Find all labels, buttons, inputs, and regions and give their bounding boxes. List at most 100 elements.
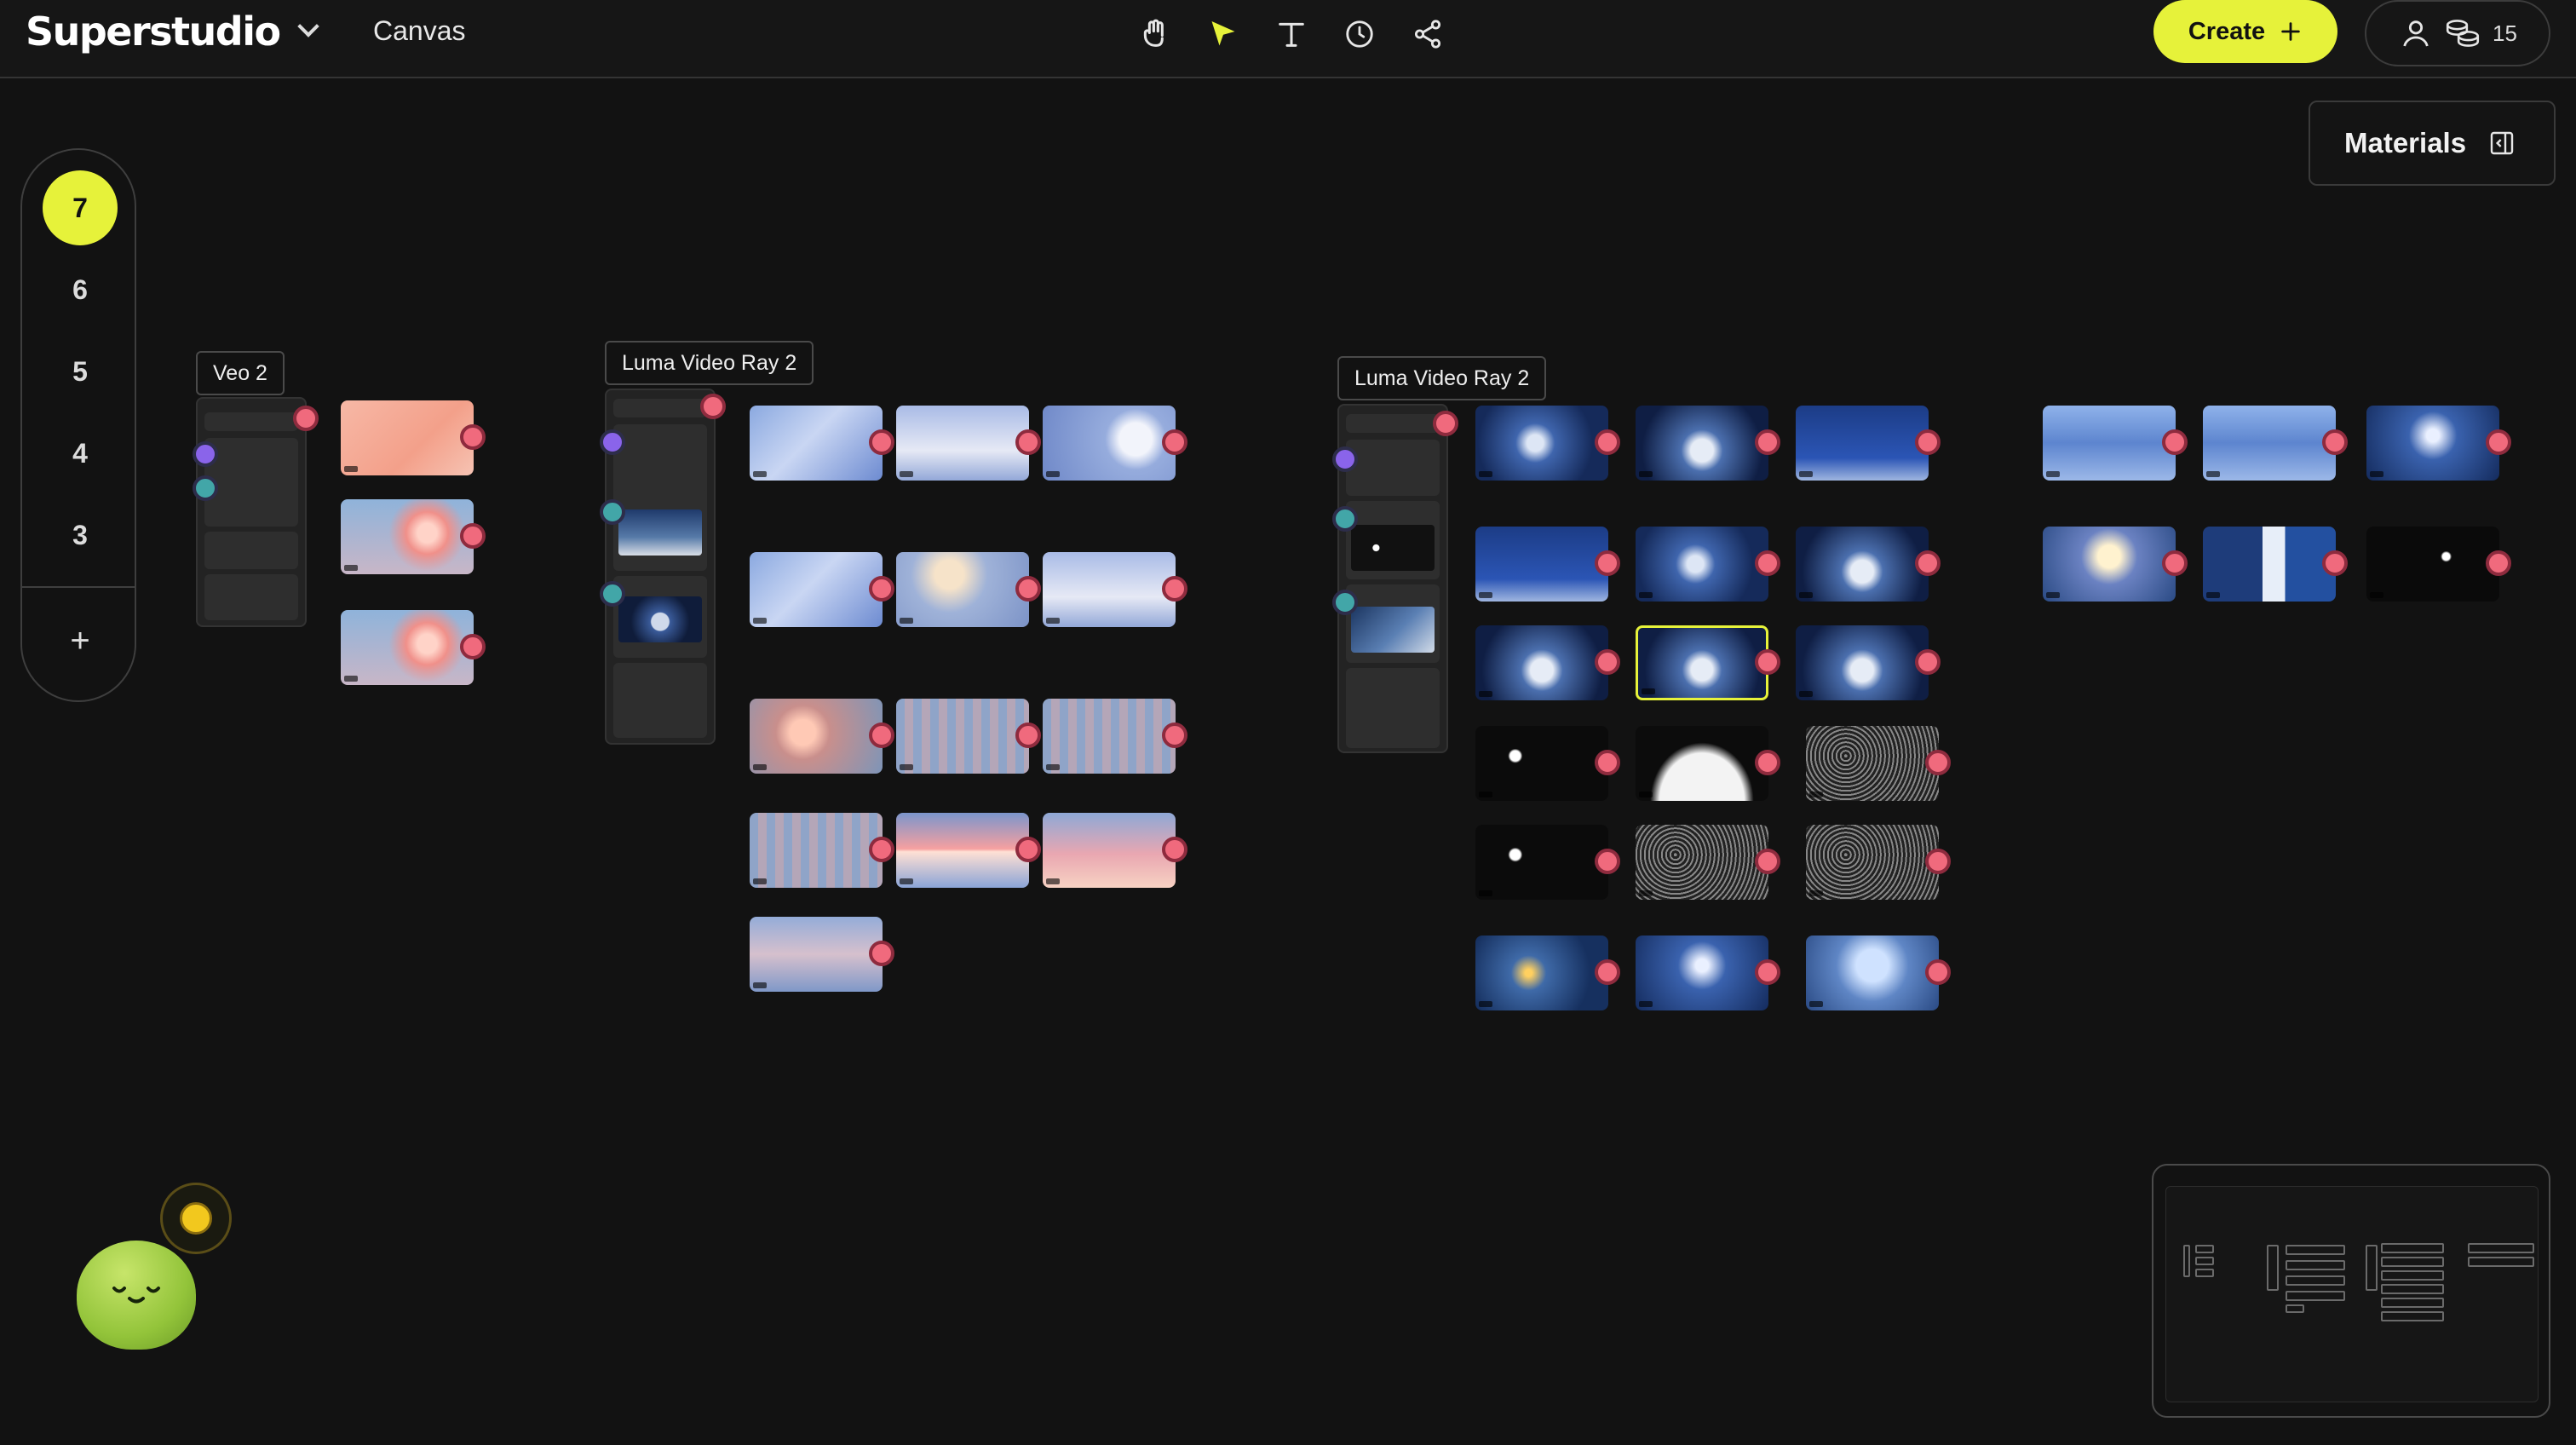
video-thumbnail[interactable] [1475,527,1608,602]
output-port[interactable] [1595,959,1620,985]
output-port[interactable] [1755,429,1780,455]
video-thumbnail[interactable] [896,406,1029,481]
output-port[interactable] [1015,722,1041,748]
output-port[interactable] [1925,849,1951,874]
layer-item[interactable]: 5 [43,334,118,409]
output-port[interactable] [1433,411,1458,436]
output-port[interactable] [1755,849,1780,874]
layer-item[interactable]: 3 [43,498,118,573]
output-port[interactable] [1915,649,1941,675]
video-thumbnail[interactable] [750,699,883,774]
output-port[interactable] [869,941,894,966]
output-port[interactable] [1915,429,1941,455]
output-port[interactable] [1162,837,1187,862]
video-thumbnail[interactable] [1806,825,1939,900]
video-thumbnail[interactable] [2366,527,2499,602]
add-layer-button[interactable]: + [43,603,118,678]
video-thumbnail[interactable] [2203,406,2336,481]
brand-menu[interactable]: Superstudio [26,9,319,55]
output-port[interactable] [2322,550,2348,576]
start-frame-input-port[interactable] [600,499,625,525]
start-frame-input-port[interactable] [1332,506,1358,532]
hand-icon[interactable] [1131,10,1179,58]
output-port[interactable] [2162,429,2188,455]
output-port[interactable] [869,429,894,455]
output-port[interactable] [1755,959,1780,985]
prompt-input-port[interactable] [193,441,218,467]
history-icon[interactable] [1336,10,1383,58]
account-menu[interactable]: 15 [2365,0,2550,66]
video-thumbnail[interactable] [750,813,883,888]
output-port[interactable] [460,424,486,450]
video-thumbnail[interactable] [341,499,474,574]
chevron-down-icon[interactable] [296,15,319,37]
video-thumbnail[interactable] [1796,625,1929,700]
output-port[interactable] [2162,550,2188,576]
layer-item[interactable]: 7 [43,170,118,245]
output-port[interactable] [1595,550,1620,576]
video-thumbnail[interactable] [1636,527,1768,602]
output-port[interactable] [1755,750,1780,775]
group-label-luma-video-ray-2[interactable]: Luma Video Ray 2 [1337,356,1547,400]
video-thumbnail[interactable] [1475,726,1608,801]
video-thumbnail[interactable] [1475,936,1608,1010]
output-port[interactable] [700,394,726,419]
output-port[interactable] [460,523,486,549]
video-thumbnail[interactable] [341,610,474,685]
output-port[interactable] [1755,649,1780,675]
minimap-viewport[interactable] [2165,1186,2539,1402]
create-button[interactable]: Create [2153,0,2337,63]
video-thumbnail[interactable] [750,552,883,627]
video-thumbnail[interactable] [1806,936,1939,1010]
output-port[interactable] [1162,429,1187,455]
output-port[interactable] [1755,550,1780,576]
video-thumbnail[interactable] [750,917,883,992]
output-port[interactable] [1925,750,1951,775]
end-frame-input-port[interactable] [600,581,625,607]
output-port[interactable] [2486,429,2511,455]
output-port[interactable] [1595,649,1620,675]
output-port[interactable] [1015,429,1041,455]
output-port[interactable] [1925,959,1951,985]
video-thumbnail[interactable] [1636,936,1768,1010]
pointer-icon[interactable] [1199,10,1247,58]
output-port[interactable] [293,406,319,431]
video-thumbnail[interactable] [1796,406,1929,481]
video-thumbnail[interactable] [1636,825,1768,900]
video-thumbnail[interactable] [1043,699,1176,774]
output-port[interactable] [1015,837,1041,862]
output-port[interactable] [1915,550,1941,576]
video-thumbnail[interactable] [1043,406,1176,481]
video-thumbnail[interactable] [2043,527,2176,602]
video-thumbnail[interactable] [1043,813,1176,888]
video-thumbnail[interactable] [896,552,1029,627]
output-port[interactable] [2486,550,2511,576]
output-port[interactable] [1595,750,1620,775]
output-port[interactable] [1162,722,1187,748]
output-port[interactable] [869,722,894,748]
video-thumbnail[interactable] [341,400,474,475]
video-thumbnail[interactable] [1043,552,1176,627]
output-port[interactable] [1015,576,1041,602]
video-thumbnail[interactable] [1475,625,1608,700]
video-thumbnail[interactable] [1636,406,1768,481]
output-port[interactable] [2322,429,2348,455]
output-port[interactable] [1595,849,1620,874]
layer-item[interactable]: 6 [43,252,118,327]
video-thumbnail[interactable] [750,406,883,481]
group-label-veo-2[interactable]: Veo 2 [196,351,285,395]
output-port[interactable] [869,576,894,602]
layer-item[interactable]: 4 [43,416,118,491]
video-thumbnail[interactable] [2366,406,2499,481]
video-thumbnail[interactable] [1475,825,1608,900]
assistant-mascot[interactable] [77,1241,196,1350]
output-port[interactable] [869,837,894,862]
materials-button[interactable]: Materials [2309,101,2556,186]
output-port[interactable] [1162,576,1187,602]
prompt-input-port[interactable] [600,429,625,455]
text-icon[interactable] [1268,10,1315,58]
group-label-luma-video-ray-2[interactable]: Luma Video Ray 2 [605,341,814,385]
share-icon[interactable] [1404,10,1452,58]
canvas-minimap[interactable] [2152,1164,2550,1418]
user-icon[interactable] [2399,16,2433,50]
